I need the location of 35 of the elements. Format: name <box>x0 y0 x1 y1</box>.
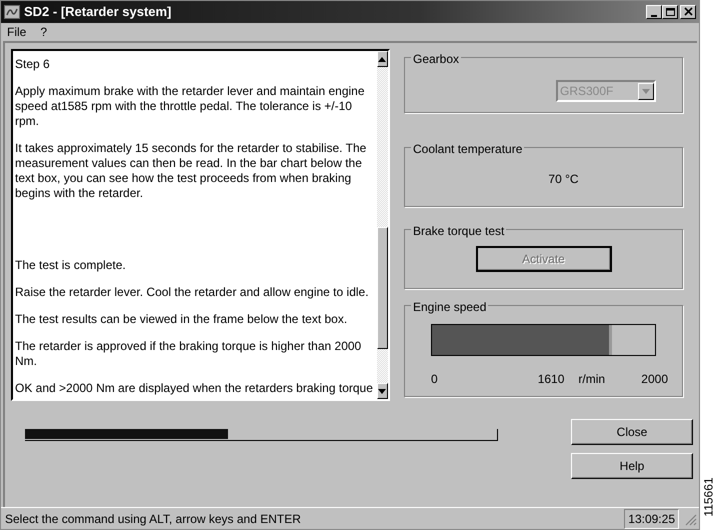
dialog-button[interactable]: Help <box>571 453 693 479</box>
unit-label: r/min <box>578 371 606 388</box>
minimize-button[interactable] <box>646 5 662 19</box>
figure-number: 115661 <box>701 477 717 517</box>
app-icon <box>4 5 20 19</box>
maximize-button[interactable] <box>662 5 678 19</box>
instruction-paragraph: Raise the retarder lever. Cool the retarder and allow engine to idle. <box>15 285 370 300</box>
instruction-paragraph: The test is complete. <box>15 258 127 273</box>
instruction-paragraph: It takes approximately 15 seconds for the retarder to stabilise. The measurement values can then be read. In the bar chart below the text box, you can see how the test proceeds from when braking begins with the retarder. <box>15 141 368 201</box>
status-message: Select the command using ALT, arrow keys and ENTER <box>5 510 301 528</box>
dialog-button[interactable]: Close <box>571 419 693 445</box>
maximize-icon <box>664 7 676 17</box>
coolant-value: 70 °C <box>548 172 579 186</box>
menu-item[interactable]: ? <box>40 23 48 41</box>
close-icon <box>682 7 694 17</box>
scale-max-label: 2000 <box>641 371 668 388</box>
up-arrow-icon <box>378 56 386 62</box>
instruction-paragraph: OK and >2000 Nm are displayed when the retarders braking torque <box>15 381 373 396</box>
instruction-paragraph: Apply maximum brake with the retarder lever and maintain engine speed at1585 rpm with the throttle pedal. The tolerance is +/-10 rpm. <box>15 84 366 129</box>
close-button[interactable] <box>680 5 696 19</box>
instruction-paragraph: The test results can be viewed in the frame below the text box. <box>15 312 348 327</box>
instruction-paragraph: Step 6 <box>15 57 51 72</box>
menu-item[interactable]: File <box>7 23 26 41</box>
minimize-icon <box>651 14 657 16</box>
vertical-scrollbar[interactable] <box>376 51 388 399</box>
scroll-thumb[interactable] <box>376 227 388 349</box>
scroll-up-button[interactable] <box>376 51 388 67</box>
status-clock: 13:09:25 <box>624 508 679 528</box>
instruction-paragraph: The retarder is approved if the braking torque is higher than 2000 Nm. <box>15 339 362 369</box>
resize-grip-icon[interactable] <box>683 512 697 526</box>
window-title: SD2 - [Retarder system] <box>24 3 172 22</box>
scale-min-label: 0 <box>431 371 438 388</box>
scroll-down-button[interactable] <box>376 383 388 399</box>
engine-speed-reading: 1610 <box>538 371 564 388</box>
down-arrow-icon <box>378 388 386 394</box>
